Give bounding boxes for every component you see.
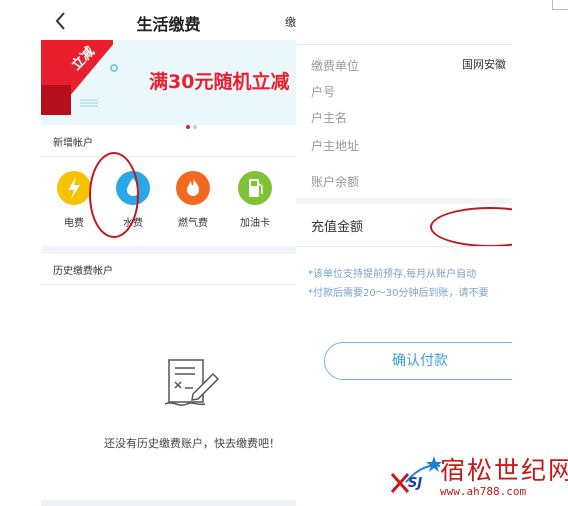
empty-state-text: 还没有历史缴费账户，快去缴费吧！ xyxy=(104,437,280,450)
nav-right-link[interactable]: 缴 xyxy=(285,14,296,30)
field-label-balance: 账户余额 xyxy=(311,175,360,189)
service-fuel-card[interactable]: 加油卡 xyxy=(231,171,279,229)
corner-mark xyxy=(552,0,568,10)
divider xyxy=(41,156,296,157)
annotation-ellipse xyxy=(430,207,512,247)
fuel-pump-icon xyxy=(238,171,272,205)
service-label: 燃气费 xyxy=(178,218,208,229)
service-label: 电费 xyxy=(64,218,84,229)
banner-decoration-circle xyxy=(110,64,118,72)
left-screen: 生活缴费 缴 立减 满30元随机立减 新增帐户 电费 水费 燃气费 加油卡 历史… xyxy=(41,0,296,506)
amount-label: 充值金额 xyxy=(311,220,364,235)
divider xyxy=(296,44,512,45)
bottom-bar xyxy=(41,500,296,506)
service-label: 加油卡 xyxy=(240,218,270,229)
empty-document-icon xyxy=(164,359,220,406)
service-gas[interactable]: 燃气费 xyxy=(169,171,217,229)
lightning-icon xyxy=(57,171,91,205)
watermark-url: www.ah788.com xyxy=(440,485,527,498)
promo-banner[interactable]: 立减 满30元随机立减 xyxy=(41,40,296,125)
banner-ribbon-shadow xyxy=(41,85,71,115)
page-dot xyxy=(193,125,197,129)
history-section-title: 历史缴费帐户 xyxy=(53,266,113,277)
watermark-site-name: 宿松世纪网 xyxy=(440,456,568,485)
divider xyxy=(41,284,296,285)
watermark-logo-text: SJ xyxy=(408,476,423,491)
watermark: SJ 宿松世纪网 www.ah788.com xyxy=(378,448,568,506)
nav-bar: 生活缴费 缴 xyxy=(41,0,296,40)
right-screen: 缴费单位 国网安徽 户号 户主名 户主地址 账户余额 充值金额 *该单位支持提前… xyxy=(296,0,512,506)
flame-icon xyxy=(176,171,210,205)
annotation-circle xyxy=(89,152,139,238)
banner-page-indicator xyxy=(186,114,200,133)
divider xyxy=(296,246,512,247)
banner-promo-text: 满30元随机立减 xyxy=(149,71,290,93)
confirm-payment-button[interactable]: 确认付款 xyxy=(324,342,512,380)
new-account-section-title: 新增帐户 xyxy=(53,138,93,149)
field-label-owner: 户主名 xyxy=(311,111,348,125)
field-label-unit: 缴费单位 xyxy=(311,59,360,73)
section-separator xyxy=(296,198,512,204)
banner-decoration-lines xyxy=(80,99,98,107)
section-separator xyxy=(41,246,296,254)
field-label-account-no: 户号 xyxy=(311,85,336,99)
field-label-address: 户主地址 xyxy=(311,139,360,153)
page-title: 生活缴费 xyxy=(136,15,201,34)
note-text: *该单位支持提前预存,每月从账户自动 xyxy=(308,269,477,280)
field-value-unit: 国网安徽 xyxy=(462,58,506,71)
page-dot-active xyxy=(186,125,190,129)
note-text: *付款后需要20～30分钟后到账，请不要 xyxy=(308,288,489,299)
